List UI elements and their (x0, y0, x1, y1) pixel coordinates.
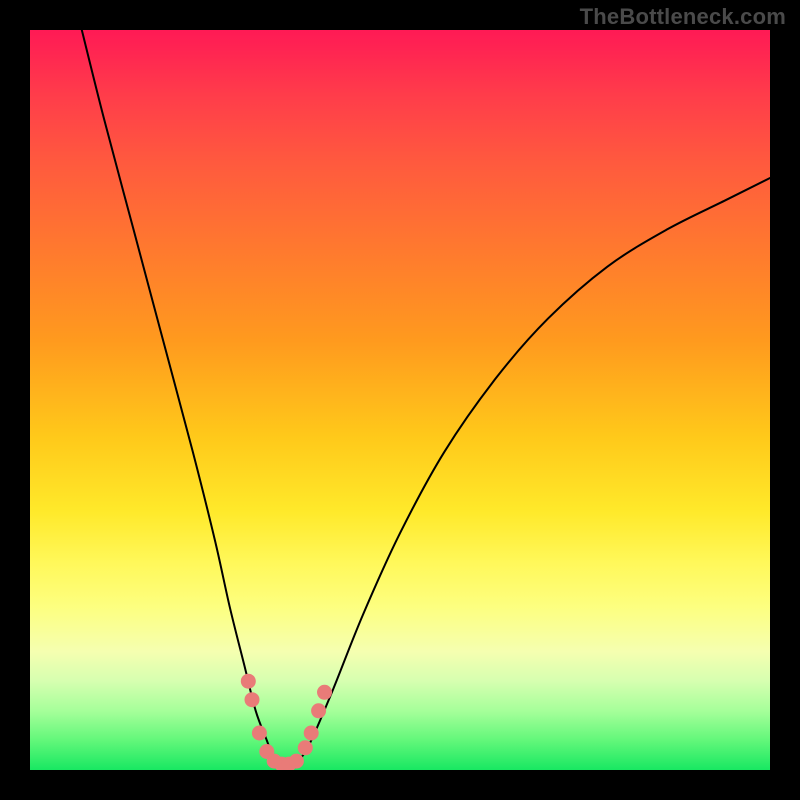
highlight-dot (304, 726, 319, 741)
plot-area (30, 30, 770, 770)
highlight-dot (252, 726, 267, 741)
highlight-dots (241, 674, 332, 770)
chart-frame: TheBottleneck.com (0, 0, 800, 800)
highlight-dot (289, 754, 304, 769)
highlight-dot (311, 703, 326, 718)
highlight-dot (298, 740, 313, 755)
highlight-dot (317, 685, 332, 700)
highlight-dot (245, 692, 260, 707)
curve-layer (30, 30, 770, 770)
bottleneck-curve (82, 30, 770, 767)
watermark-text: TheBottleneck.com (580, 4, 786, 30)
highlight-dot (241, 674, 256, 689)
